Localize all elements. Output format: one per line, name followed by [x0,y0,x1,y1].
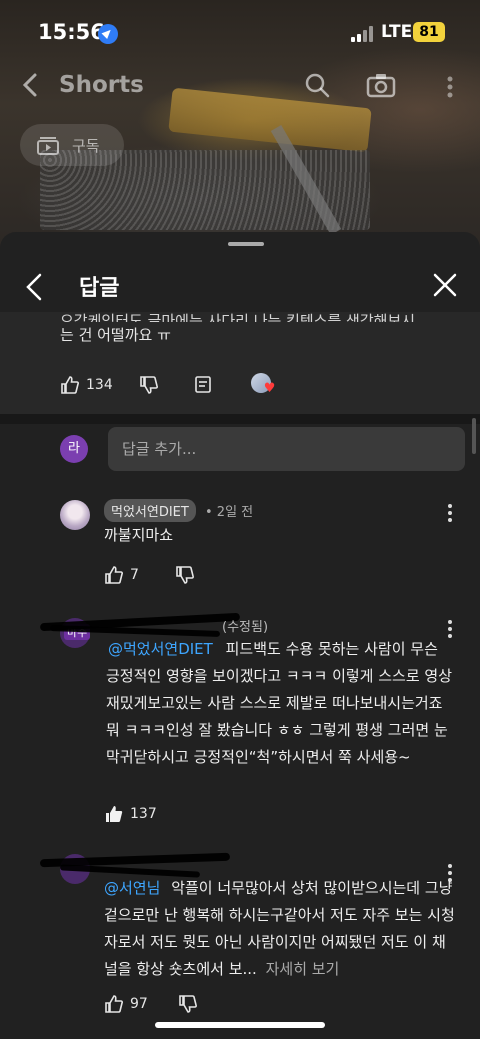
comment-text: 까불지마쇼 [104,526,174,544]
camera-icon[interactable] [366,72,396,98]
subscriptions-icon [37,137,59,155]
scrollbar[interactable] [472,418,476,454]
like-icon[interactable] [104,565,124,585]
cellular-signal-icon [351,26,375,42]
comment-text: @먹었서연DIET 피드백도 수용 못하는 사람이 무슨 긍정적인 영향을 보이… [106,636,456,771]
comment-mention[interactable]: @먹었서연DIET [108,640,213,658]
like-icon[interactable] [104,994,124,1014]
status-bar: 15:56 LTE 81 [0,14,480,54]
search-icon[interactable] [304,72,330,98]
commenter-avatar[interactable] [60,500,90,530]
parent-actions: 134 ♥ [60,373,277,397]
like-icon[interactable] [60,375,80,395]
comment-actions: 97 [104,992,198,1016]
comment-actions: 137 [104,802,157,826]
reply-comment: 먹었서연DIET • 2일 전 까불지마쇼 7 [0,494,480,594]
dislike-icon[interactable] [178,994,198,1014]
reply-comment: @서연님 악플이 너무많아서 상처 많이받으시는데 그냥 겉으로만 난 행복해 … [0,850,480,1039]
parent-comment-line-cut: 오감케익터도 글마에는 사다리 나는 킨텐스를 생각해보시 [60,312,416,322]
comment-author[interactable]: 먹었서연DIET [104,499,196,522]
page-title: Shorts [59,72,144,98]
like-icon[interactable] [104,804,124,824]
parent-comment-text: 오감케익터도 글마에는 사다리 나는 킨텐스를 생각해보시 는 건 어떨까요 ㅠ [60,312,460,355]
sheet-title: 답글 [79,276,120,301]
like-count: 137 [130,806,157,822]
location-arrow-icon [98,24,118,44]
like-count: 134 [86,377,113,393]
user-avatar: 라 [60,435,88,463]
subscriptions-label: 구독 [72,137,100,155]
status-time: 15:56 [38,20,105,44]
comment-time: • 2일 전 [205,505,254,520]
network-type: LTE [381,22,413,42]
section-divider [0,414,480,424]
replies-sheet: 답글 오감케익터도 글마에는 사다리 나는 킨텐스를 생각해보시 는 건 어떨까… [0,232,480,1039]
add-reply-input[interactable] [108,427,465,471]
parent-comment: 오감케익터도 글마에는 사다리 나는 킨텐스를 생각해보시 는 건 어떨까요 ㅠ… [0,312,480,414]
creator-heart-icon: ♥ [250,373,277,397]
drag-handle[interactable] [228,242,264,246]
like-count: 7 [130,567,139,583]
home-indicator[interactable] [155,1022,325,1028]
comment-actions: 7 [104,563,195,587]
back-arrow-icon[interactable] [22,272,46,302]
subscriptions-chip[interactable]: 구독 [20,124,124,166]
close-icon[interactable] [432,272,458,298]
more-vertical-icon[interactable] [440,74,460,100]
edited-label: (수정됨) [222,620,269,635]
dislike-icon[interactable] [175,565,195,585]
reply-icon[interactable] [193,375,213,395]
dislike-icon[interactable] [139,375,159,395]
comment-mention[interactable]: @서연님 [104,879,160,897]
battery-icon: 81 [413,22,445,42]
video-frame-food [168,87,372,153]
like-count: 97 [130,996,148,1012]
comment-text: @서연님 악플이 너무많아서 상처 많이받으시는데 그냥 겉으로만 난 행복해 … [104,875,456,983]
comment-body: 피드백도 수용 못하는 사람이 무슨 긍정적인 영향을 보이겠다고 ㅋㅋㅋ 이렇… [106,640,453,766]
read-more-link[interactable]: 자세히 보기 [266,960,340,978]
back-arrow-icon[interactable] [18,72,44,98]
parent-comment-line: 는 건 어떨까요 ㅠ [60,326,171,344]
reply-comment: 마수 (수정됨) @먹었서연DIET 피드백도 수용 못하는 사람이 무슨 긍정… [0,612,480,832]
